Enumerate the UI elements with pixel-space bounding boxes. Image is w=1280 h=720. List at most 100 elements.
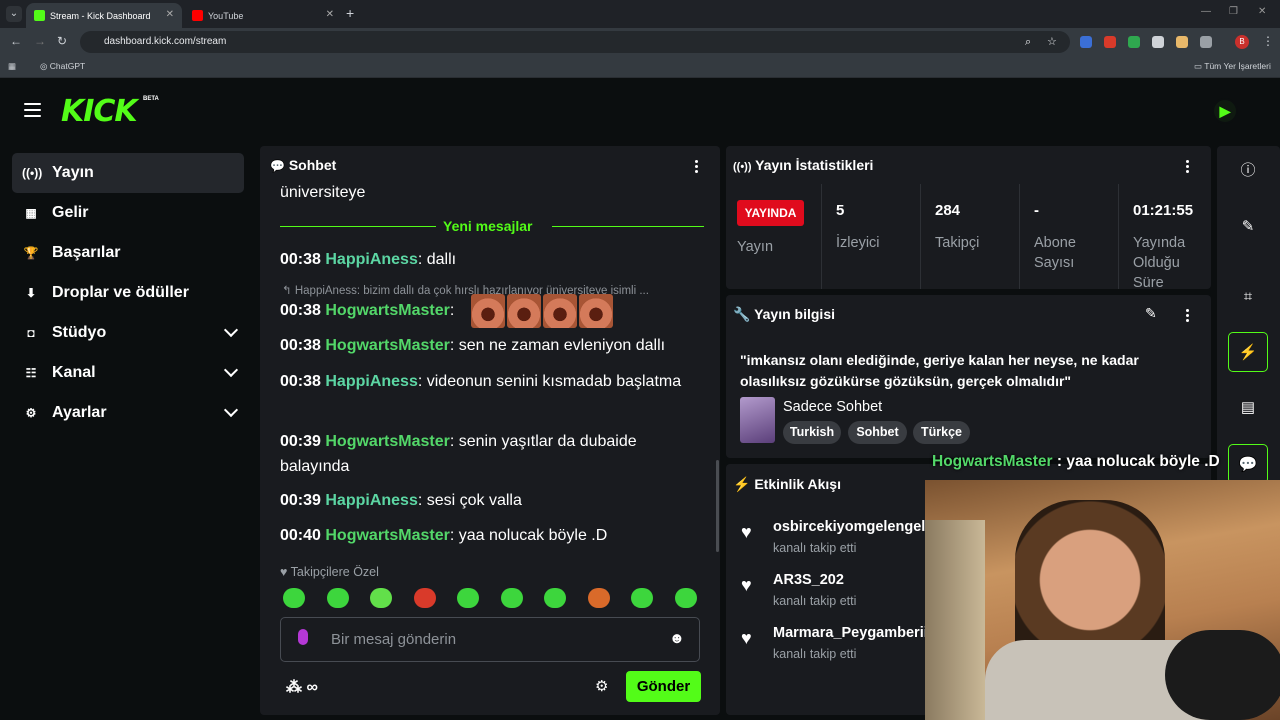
tab-search-button[interactable]: ⌄ — [6, 6, 22, 22]
chat-settings-icon[interactable]: ⚙ — [595, 677, 608, 695]
sidebar-item-gift[interactable]: ⬇ Droplar ve ödüller — [12, 273, 244, 313]
bookmarks-bar: ▦ ◎ ChatGPT ▭ Tüm Yer İşaretleri — [0, 56, 1280, 78]
message-time: 00:38 — [280, 251, 321, 268]
stream-title: "imkansız olanı elediğinde, geriye kalan… — [740, 352, 1139, 389]
screenshot-icon[interactable]: ⌗ — [1228, 277, 1268, 317]
minimize-icon[interactable]: — — [1201, 6, 1211, 17]
heart-icon: ♥ — [741, 628, 752, 648]
sidebar-item-label: Gelir — [52, 204, 89, 221]
activity-username[interactable]: AR3S_202 — [773, 572, 844, 588]
sidebar: ((•)) Yayın ▦ Gelir 🏆 Başarılar ⬇ Droplar ve öd… — [12, 153, 244, 433]
stat-label: İzleyici — [836, 235, 880, 251]
chevron-down-icon[interactable] — [223, 402, 239, 418]
profile-avatar[interactable]: B — [1235, 35, 1249, 49]
message-username[interactable]: HogwartsMaster — [325, 527, 449, 544]
tab-youtube[interactable]: YouTube ✕ — [184, 3, 342, 28]
category-thumbnail[interactable] — [740, 397, 775, 443]
emote-image — [507, 294, 541, 328]
emote-picker-item[interactable] — [370, 588, 392, 608]
mic-icon[interactable] — [298, 629, 308, 645]
sidebar-item-revenue[interactable]: ▦ Gelir — [12, 193, 244, 233]
shield-extension-icon[interactable] — [1128, 36, 1140, 48]
apps-grid-icon[interactable]: ▦ — [8, 61, 16, 72]
emote-picker-item[interactable] — [413, 588, 436, 608]
restore-icon[interactable]: ❐ — [1229, 6, 1238, 17]
extension-icon[interactable] — [1176, 36, 1188, 48]
tab-kick-dashboard[interactable]: Stream - Kick Dashboard ✕ — [26, 3, 182, 28]
close-window-icon[interactable]: ✕ — [1258, 6, 1266, 17]
chat-more-icon[interactable] — [695, 160, 699, 175]
message-username[interactable]: HappiAness — [325, 251, 417, 268]
all-bookmarks-folder[interactable]: ▭ Tüm Yer İşaretleri — [1194, 61, 1271, 72]
sidebar-item-settings[interactable]: ⚙ Ayarlar — [12, 393, 244, 433]
extension-icon[interactable] — [1080, 36, 1092, 48]
activity-username[interactable]: osbircekiyomgelengels — [773, 519, 933, 535]
emote-picker-item[interactable] — [631, 588, 653, 608]
emote-picker-item[interactable] — [326, 588, 349, 608]
new-tab-button[interactable]: + — [346, 5, 354, 21]
extensions-puzzle-icon[interactable] — [1200, 36, 1212, 48]
trophy-icon: 🏆 — [23, 246, 39, 260]
info-icon[interactable]: ⓘ — [1228, 151, 1268, 191]
extension-icon[interactable] — [1152, 36, 1164, 48]
quick-actions-icon[interactable]: ⚡ — [1228, 332, 1268, 372]
emote-picker-item[interactable] — [283, 588, 305, 608]
send-button[interactable]: Gönder — [626, 671, 701, 702]
emote-picker-item[interactable] — [544, 588, 566, 608]
hamburger-menu-icon[interactable] — [24, 103, 41, 117]
channel-icon: ☷ — [25, 366, 37, 380]
pdf-extension-icon[interactable] — [1104, 36, 1116, 48]
message-username[interactable]: HappiAness — [325, 373, 417, 390]
edit-pencil-icon[interactable]: ✎ — [1145, 305, 1157, 322]
zoom-icon[interactable]: ⌕ — [1025, 31, 1031, 53]
category-name[interactable]: Sadece Sohbet — [783, 399, 882, 415]
message-time: 00:38 — [280, 373, 321, 390]
chat-toggle-icon[interactable]: 💬 — [1228, 444, 1268, 484]
bookmark-star-icon[interactable]: ☆ — [1047, 31, 1057, 53]
stream-info-more-icon[interactable] — [1186, 309, 1190, 324]
lightning-icon: ⚡ — [733, 476, 751, 492]
chevron-down-icon[interactable] — [223, 362, 239, 378]
sidebar-item-studio[interactable]: ◘ Stüdyo — [12, 313, 244, 353]
reload-icon[interactable]: ↻ — [57, 34, 67, 48]
activity-username[interactable]: Marmara_Peygamberii — [773, 625, 928, 641]
emote-picker-item[interactable] — [587, 588, 610, 608]
notes-icon[interactable]: ▤ — [1228, 388, 1268, 428]
sidebar-item-channel[interactable]: ☷ Kanal — [12, 353, 244, 393]
back-icon[interactable]: ← — [10, 34, 22, 48]
browser-menu-icon[interactable]: ⋮ — [1262, 34, 1274, 48]
sidebar-item-trophy[interactable]: 🏆 Başarılar — [12, 233, 244, 273]
stream-tag[interactable]: Sohbet — [848, 421, 907, 444]
chat-input[interactable]: Bir mesaj gönderin ☻ — [280, 617, 700, 662]
edit-icon[interactable]: ✎ — [1228, 207, 1268, 247]
chatgpt-bookmark[interactable]: ◎ ChatGPT — [40, 61, 85, 72]
emoji-picker-icon[interactable]: ☻ — [669, 630, 685, 647]
stats-more-icon[interactable] — [1186, 160, 1190, 175]
user-avatar[interactable]: ▶ — [1212, 98, 1238, 124]
background-fabric — [925, 520, 985, 720]
message-time: 00:39 — [280, 492, 321, 509]
message-username[interactable]: HappiAness — [325, 492, 417, 509]
message-username[interactable]: HogwartsMaster — [325, 302, 449, 319]
forward-icon[interactable]: → — [34, 34, 46, 48]
emote-picker-item[interactable] — [674, 588, 697, 608]
sidebar-item-broadcast[interactable]: ((•)) Yayın — [12, 153, 244, 193]
address-bar[interactable]: dashboard.kick.com/stream ⌕ ☆ — [80, 31, 1070, 53]
sidebar-item-label: Kanal — [52, 364, 96, 381]
chat-scrollbar[interactable] — [716, 460, 719, 552]
chat-title: Sohbet — [288, 157, 337, 173]
kick-logo[interactable]: KICK — [61, 94, 138, 129]
stream-tag[interactable]: Turkish — [783, 421, 841, 444]
chevron-down-icon[interactable] — [223, 322, 239, 338]
emote-picker-item[interactable] — [500, 588, 523, 608]
stream-info-title: Yayın bilgisi — [754, 306, 835, 322]
message-username[interactable]: HogwartsMaster — [325, 337, 449, 354]
close-tab-icon[interactable]: ✕ — [326, 9, 334, 20]
live-label: Yayın — [737, 239, 774, 255]
stream-tag[interactable]: Türkçe — [913, 421, 970, 444]
url-text: dashboard.kick.com/stream — [104, 36, 227, 47]
message-username[interactable]: HogwartsMaster — [325, 433, 449, 450]
emote-picker-item[interactable] — [457, 588, 479, 608]
close-tab-icon[interactable]: ✕ — [166, 9, 174, 20]
points-infinity-icon[interactable]: ⁂ ∞ — [286, 677, 318, 697]
